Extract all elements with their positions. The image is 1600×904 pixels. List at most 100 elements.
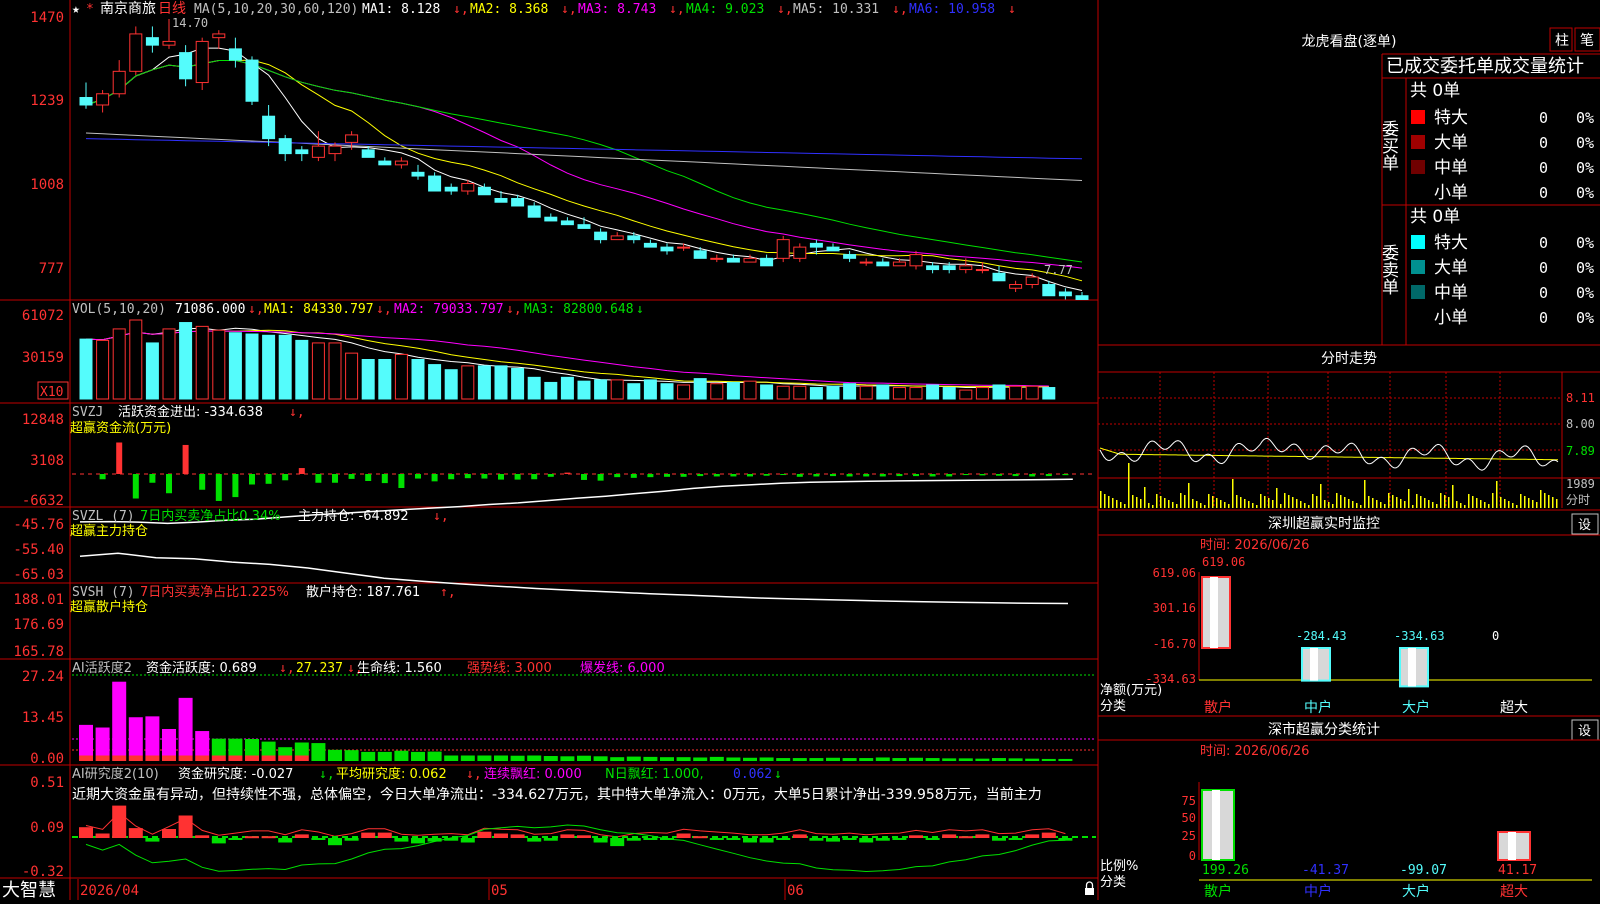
ma4-label: MA4: 9.023 — [686, 2, 764, 17]
research-bar — [510, 834, 525, 838]
activity-bar — [278, 747, 293, 756]
candle-body — [411, 171, 425, 177]
research-bar — [892, 838, 907, 840]
price-panel[interactable]: ★ * 南京商旅 日线 MA(5,10,20,30,60,120) MA1: 8… — [30, 1, 1089, 300]
volume-panel[interactable]: VOL(5,10,20) 71086.000 ↓, MA1: 84330.797… — [22, 302, 1056, 400]
classify-x-label: 分类 — [1100, 875, 1126, 890]
intraday-vol-bar — [1224, 502, 1226, 508]
intraday-vol-bar — [1544, 493, 1546, 508]
avg-research: 平均研究度: 0.062 — [336, 766, 447, 782]
svzl-header: SVZL (7) 7日内买卖净占比0.34% 主力持仓: -64.892 ↓, … — [70, 508, 449, 539]
svsh-tick: 176.69 — [13, 617, 64, 633]
candle-body — [295, 149, 309, 155]
activity-base-bar — [494, 755, 508, 761]
ma5-label: MA5: 10.331 — [793, 2, 879, 17]
candle-body — [959, 265, 973, 271]
intraday-vol-bar — [1156, 494, 1158, 508]
volume-bar — [129, 319, 143, 400]
lock-icon[interactable] — [1085, 881, 1094, 895]
research-bar — [577, 835, 591, 838]
intraday-vol-bar — [1452, 485, 1454, 508]
candle-body — [145, 37, 159, 46]
activity-base-bar — [377, 755, 392, 761]
volume-bar — [776, 385, 790, 400]
classify-stats-panel[interactable]: 深市超赢分类统计 设 时间: 2026/06/26 75 50 25 0 比例%… — [1098, 719, 1600, 900]
activity-bar — [411, 751, 425, 756]
flow-bar — [1045, 474, 1052, 477]
intraday-vol-bar — [1440, 493, 1442, 508]
research-bar — [427, 838, 442, 842]
volume-bar — [179, 322, 193, 400]
intraday-vol-bar — [1328, 502, 1330, 508]
intraday-vol-bar — [1104, 494, 1106, 508]
monitor-category-label: 散户 — [1204, 699, 1232, 716]
intraday-tick: 7.89 — [1566, 444, 1595, 458]
intraday-vol-bar — [1284, 493, 1286, 508]
volume-bar — [411, 359, 425, 400]
candlestick-series — [79, 18, 1089, 300]
candle-body — [1025, 276, 1039, 286]
intraday-vol-bar — [1392, 495, 1394, 508]
date-label: 05 — [491, 883, 508, 899]
n-day-red: N日飘红: 1.000, — [605, 766, 704, 782]
vol-tick: 61072 — [22, 308, 64, 324]
candle-body — [776, 239, 790, 259]
svsh-panel[interactable]: SVSH (7) 7日内买卖净占比1.225% 散户持仓: 187.761 ↑,… — [13, 552, 1069, 660]
volume-bar — [577, 380, 591, 400]
flow-bar — [531, 474, 538, 480]
size-color-swatch — [1411, 260, 1425, 274]
intraday-panel[interactable]: 分时走势 8.11 8.00 7.89 1989 分时 — [1098, 351, 1600, 511]
research-bar — [128, 828, 143, 838]
monitor-bars: 619.06 散户 -284.43 中户 -334.63 大户 0 超大 — [1201, 555, 1528, 716]
research-bar — [145, 838, 160, 842]
svzl-panel[interactable]: SVZL (7) 7日内买卖净占比0.34% 主力持仓: -64.892 ↓, … — [13, 478, 1073, 583]
ai-active-panel[interactable]: AI活跃度2 资金活跃度: 0.689 ↓, 27.237 ↓, 生命线: 1.… — [22, 660, 1096, 767]
activity-base-bar — [859, 758, 874, 761]
monitor-tick: -16.70 — [1153, 637, 1196, 651]
buy-side-char: 委买单 — [1378, 120, 1399, 171]
ai-research-header: AI研究度2(10) 资金研究度: -0.027 ↓, 平均研究度: 0.062… — [72, 766, 1042, 803]
research-bar — [294, 834, 309, 838]
intraday-vol-bar — [1180, 493, 1182, 508]
research-bar — [195, 835, 210, 838]
intraday-vol-bar — [1552, 497, 1554, 508]
ai-research-panel[interactable]: AI研究度2(10) 资金研究度: -0.027 ↓, 平均研究度: 0.062… — [22, 766, 1096, 880]
intraday-vol-bar — [1232, 479, 1234, 508]
svzj-panel[interactable]: SVZJ 活跃资金进出: -334.638 ↓, 超赢资金流(万元) 12848… — [22, 404, 1096, 509]
intraday-vol-bar — [1368, 496, 1370, 508]
flow-bar — [697, 474, 704, 477]
realtime-monitor-panel[interactable]: 深圳超赢实时监控 设 时间: 2026/06/26 619.06 301.16 … — [1098, 513, 1600, 717]
flow-bar — [581, 474, 587, 480]
intraday-vol-bar — [1240, 497, 1242, 508]
ma-line-10 — [85, 59, 1083, 282]
vol-value: 71086.000 — [175, 302, 245, 317]
volume-bars — [79, 319, 1056, 400]
ma3-label: MA3: 8.743 — [578, 2, 656, 17]
flow-bar — [929, 474, 936, 477]
activity-base-bar — [826, 757, 840, 761]
research-bar — [278, 838, 293, 843]
intraday-vol-bar — [1168, 500, 1170, 508]
classify-bar-shine — [1508, 832, 1516, 860]
svsh-arrow: ↑, — [440, 585, 456, 600]
activity-base-bar — [95, 755, 110, 761]
activity-base-bar — [278, 755, 293, 761]
strong-line-label: 强势线: 3.000 — [467, 660, 552, 676]
volume-bar — [494, 365, 508, 400]
intraday-vol-bar — [1496, 481, 1498, 508]
flow-bar — [215, 474, 222, 501]
classify-date: 时间: 2026/06/26 — [1200, 744, 1309, 759]
research-bar — [79, 827, 93, 838]
volume-bar — [876, 384, 890, 400]
activity-base-bar — [577, 755, 591, 761]
research-bar — [958, 836, 973, 839]
monitor-bar-shine — [1210, 577, 1218, 648]
activity-burst-bar — [162, 728, 176, 756]
volume-bar — [245, 333, 259, 400]
vol-tick: 30159 — [22, 350, 64, 366]
activity-base-bar — [344, 755, 359, 761]
intraday-vol-bar — [1492, 493, 1494, 508]
activity-burst-bar — [95, 727, 110, 756]
activity-base-bar — [726, 757, 741, 761]
buy-orders-table: 委买单 共 0单 特大 0 0% 大单 0 0% 中单 0 0% 小单 0 0% — [1378, 81, 1594, 203]
